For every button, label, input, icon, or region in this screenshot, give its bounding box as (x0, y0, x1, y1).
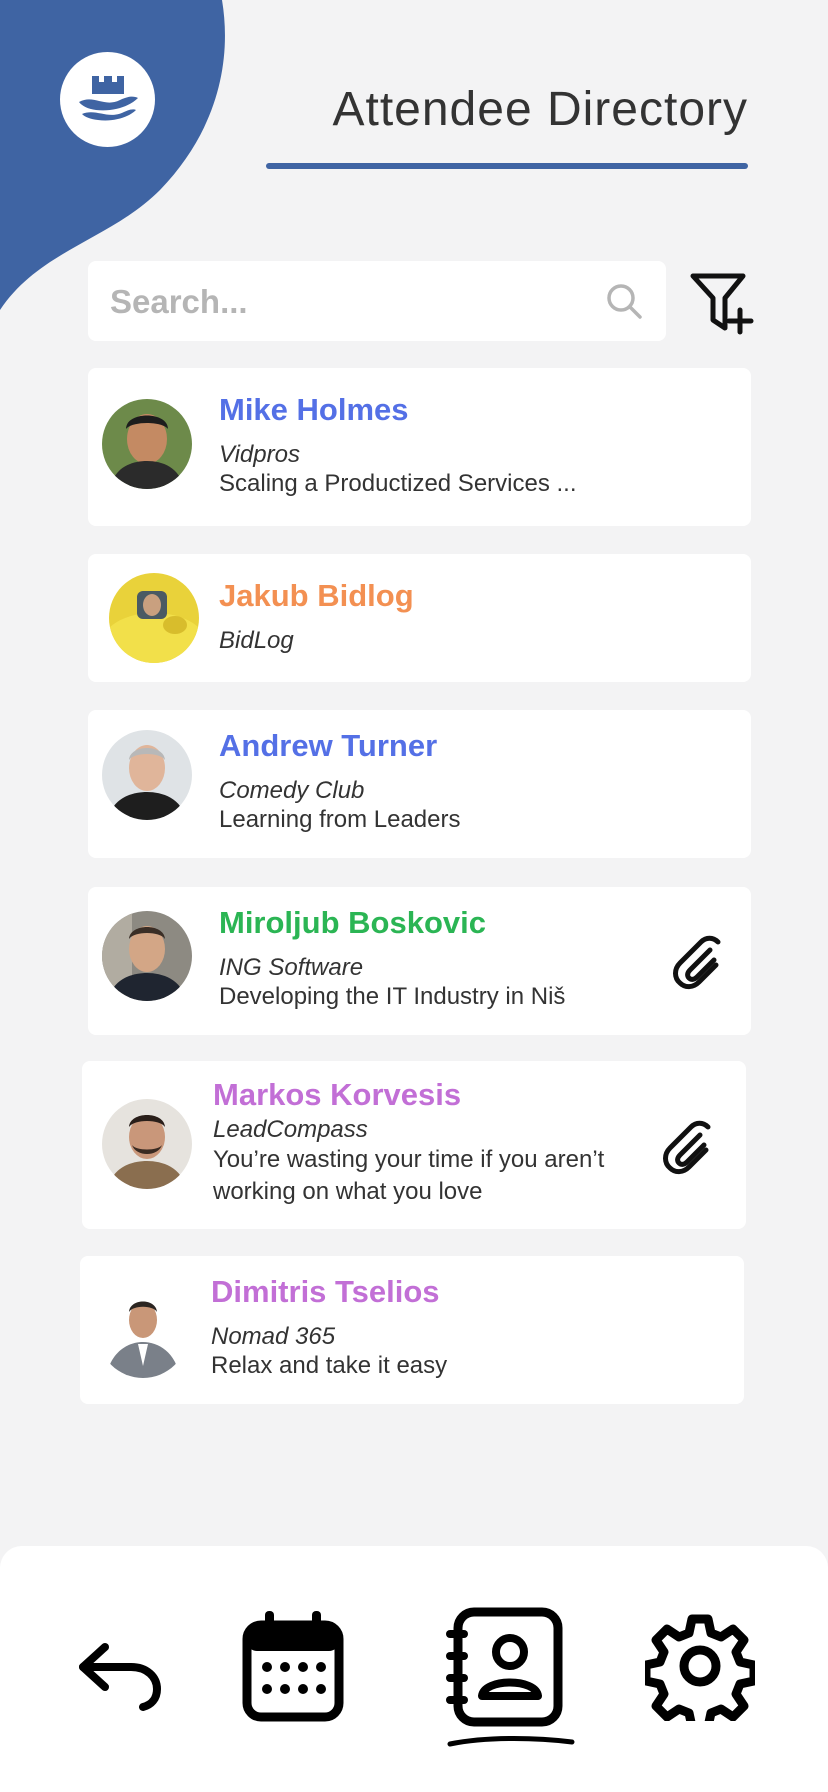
calendar-icon (242, 1611, 344, 1722)
avatar (102, 911, 192, 1001)
bottom-nav (0, 1546, 828, 1792)
attendee-company: LeadCompass (213, 1116, 368, 1143)
attendee-company: Nomad 365 (211, 1323, 336, 1350)
paperclip-icon[interactable] (670, 932, 728, 990)
attendee-topic: Scaling a Productized Services ... (219, 470, 577, 497)
attendee-card[interactable]: Markos Korvesis LeadCompass You’re wasti… (82, 1061, 746, 1229)
attendee-topic: Learning from Leaders (219, 806, 461, 833)
avatar (102, 1099, 192, 1189)
attendee-company: ING Software (219, 954, 364, 981)
avatar (102, 730, 192, 820)
attendee-name: Miroljub Boskovic (219, 905, 486, 940)
nav-settings[interactable] (644, 1610, 756, 1722)
search-icon[interactable] (604, 281, 644, 321)
search-input[interactable] (108, 261, 572, 343)
attendee-name: Jakub Bidlog (219, 578, 414, 613)
attendee-card[interactable]: Andrew Turner Comedy Club Learning from … (88, 710, 751, 858)
gear-icon (645, 1614, 755, 1721)
attendee-name: Andrew Turner (219, 728, 438, 763)
nav-calendar[interactable] (240, 1608, 346, 1724)
attendee-topic: Developing the IT Industry in Niš (219, 983, 566, 1010)
attendee-card[interactable]: Miroljub Boskovic ING Software Developin… (88, 887, 751, 1035)
avatar (98, 1288, 188, 1378)
attendee-name: Mike Holmes (219, 392, 409, 427)
attendee-name: Markos Korvesis (213, 1077, 462, 1112)
attendee-topic: You’re wasting your time if you aren’t w… (213, 1146, 605, 1205)
search-box (88, 261, 666, 343)
castle-waves-icon (78, 75, 138, 121)
attendee-company: Comedy Club (219, 777, 365, 804)
nav-directory[interactable] (440, 1606, 576, 1756)
avatar (102, 399, 192, 489)
attendee-card[interactable]: Mike Holmes Vidpros Scaling a Productize… (88, 368, 751, 526)
attendee-name: Dimitris Tselios (211, 1274, 440, 1309)
back-arrow-icon (79, 1643, 162, 1711)
attendee-card[interactable]: Jakub Bidlog BidLog (88, 554, 751, 682)
attendee-topic: Relax and take it easy (211, 1352, 448, 1379)
avatar (109, 573, 199, 663)
filter-add-icon[interactable] (688, 270, 754, 336)
title-underline (266, 163, 748, 169)
app-logo (60, 52, 155, 147)
attendee-company: Vidpros (219, 441, 300, 468)
contacts-book-icon (446, 1607, 575, 1747)
nav-back[interactable] (72, 1628, 168, 1718)
page-title: Attendee Directory (332, 83, 748, 136)
paperclip-icon[interactable] (660, 1117, 718, 1175)
attendee-company: BidLog (219, 627, 294, 654)
attendee-card[interactable]: Dimitris Tselios Nomad 365 Relax and tak… (80, 1256, 744, 1404)
